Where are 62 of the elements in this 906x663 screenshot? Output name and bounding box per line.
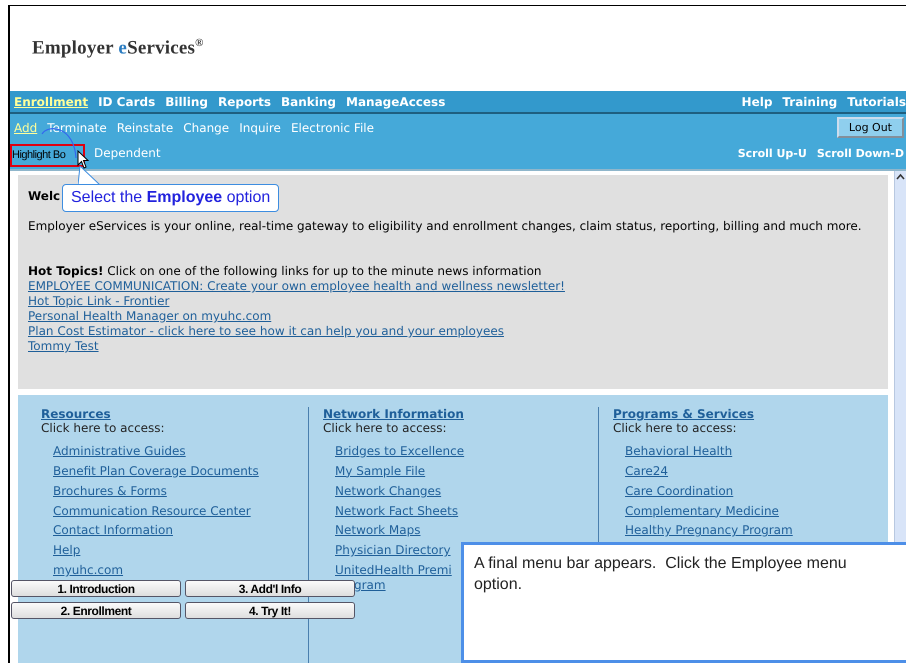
resource-link[interactable]: gram	[354, 578, 386, 594]
highlight-box: Highlight Bo	[10, 144, 85, 167]
resource-link[interactable]: Network Fact Sheets	[335, 504, 458, 519]
logo: Employer eServices$^{®}$	[32, 37, 204, 60]
scroll-link[interactable]: Scroll Down-D	[816, 146, 904, 160]
hot-topic-link[interactable]: Hot Topic Link - Frontier	[28, 294, 170, 309]
column-caption: Click here to access:	[613, 421, 738, 435]
sub-nav-link[interactable]: Electronic File	[290, 120, 374, 134]
column-caption: Click here to access:	[323, 421, 448, 435]
column-title-link[interactable]: Programs & Services	[613, 407, 754, 421]
resource-link[interactable]: Communication Resource Center	[53, 504, 251, 519]
step-button[interactable]: 1. Introduction	[11, 580, 181, 597]
column-caption: Click here to access:	[41, 421, 166, 435]
resource-link[interactable]: Contact Information	[53, 523, 173, 538]
resource-link[interactable]: Administrative Guides	[53, 444, 186, 459]
step-button[interactable]: 2. Enrollment	[11, 602, 181, 619]
resource-link[interactable]: Benefit Plan Coverage Documents	[53, 464, 259, 479]
resource-link[interactable]: UnitedHealth Premi	[335, 563, 452, 578]
hot-topic-link[interactable]: Tommy Test	[28, 339, 99, 354]
nav-link[interactable]: Enrollment	[14, 94, 88, 108]
step-button[interactable]: 3. Add'l Info	[185, 580, 355, 597]
nav-link[interactable]: ID Cards	[98, 94, 156, 108]
hot-topic-link[interactable]: Personal Health Manager on myuhc.com	[28, 309, 272, 324]
hot-topics-text: Hot Topics! Click on one of the following links for up to the minute news information	[28, 264, 543, 279]
sub-nav-link[interactable]: Change	[183, 120, 230, 134]
resource-link[interactable]: myuhc.com	[53, 563, 124, 578]
scroll-link[interactable]: Scroll Up-U	[738, 146, 807, 160]
column-title-link[interactable]: Network Information	[323, 407, 464, 421]
resource-link[interactable]: Network Maps	[335, 523, 420, 538]
resource-link[interactable]: Complementary Medicine	[625, 504, 779, 519]
sub-nav-link[interactable]: Reinstate	[116, 120, 174, 134]
hot-topic-link[interactable]: EMPLOYEE COMMUNICATION: Create your own employee health and wellness newsletter!	[28, 279, 565, 294]
callout-pointer-icon	[78, 166, 102, 185]
nav-link[interactable]: Banking	[280, 94, 336, 108]
column-title-link[interactable]: Resources	[41, 407, 111, 421]
hot-topic-link[interactable]: Plan Cost Estimator - click here to see how it can help you and your employees	[28, 324, 504, 339]
log-out-button[interactable]: Log Out	[836, 117, 904, 138]
resource-link[interactable]: Brochures & Forms	[53, 484, 167, 499]
resource-link[interactable]: My Sample File	[335, 464, 426, 479]
nav-link[interactable]: Reports	[218, 94, 271, 108]
sub-nav-link[interactable]: Add	[14, 120, 38, 134]
cursor-icon	[77, 150, 89, 169]
resource-link[interactable]: Help	[53, 543, 80, 558]
nav-link[interactable]: Help	[742, 94, 772, 108]
resource-link[interactable]: Care Coordination	[625, 484, 734, 499]
resource-link[interactable]: Physician Directory	[335, 543, 451, 558]
instruction-dialog: A final menu bar appears. Click the Employee menu option.	[461, 542, 906, 663]
welcome-text: Employer eServices is your online, real-time gateway to eligibility and enrollment changes, claim status, reporting, billing and much more.	[28, 219, 863, 234]
resource-link[interactable]: Bridges to Excellence	[335, 444, 464, 459]
sub-nav-link[interactable]: Terminate	[47, 120, 107, 134]
resource-link[interactable]: Healthy Pregnancy Program	[625, 523, 793, 538]
resource-link[interactable]: Behavioral Health	[625, 444, 732, 459]
welcome-heading: Welc	[28, 189, 60, 205]
sub-nav-link[interactable]: Inquire	[239, 120, 281, 134]
sub-nav-link[interactable]: Dependent	[94, 146, 161, 160]
nav-link[interactable]: ManageAccess	[346, 94, 446, 108]
nav-link[interactable]: Tutorials	[847, 94, 906, 108]
step-button[interactable]: 4. Try It!	[185, 602, 355, 619]
resource-link[interactable]: Network Changes	[335, 484, 442, 499]
nav-link[interactable]: Training	[782, 94, 838, 108]
resource-link[interactable]: Care24	[625, 464, 668, 479]
nav-link[interactable]: Billing	[165, 94, 208, 108]
